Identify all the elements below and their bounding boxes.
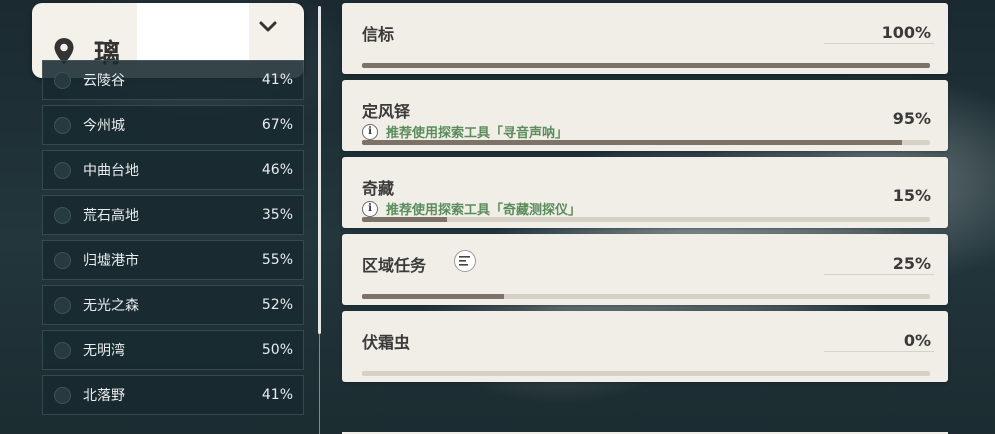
area-item-wuming[interactable]: 无明湾 50% (42, 330, 304, 370)
area-percent: 41% (261, 72, 293, 88)
area-item-beiluo[interactable]: 北落野 41% (42, 375, 304, 415)
area-marker-icon (54, 161, 71, 179)
area-marker-icon (54, 386, 71, 404)
area-label: 北落野 (83, 388, 125, 404)
area-marker-icon (54, 71, 71, 89)
stat-title: 伏霜虫 (362, 333, 411, 352)
stat-card-wind-bell: 定风铎 95% i 推荐使用探索工具「寻音声呐」 (342, 80, 948, 151)
area-label: 无明湾 (83, 343, 125, 359)
stat-card-treasure: 奇藏 15% i 推荐使用探索工具「奇藏测探仪」 (342, 157, 948, 228)
area-list: 云陵谷 41% 今州城 67% 中曲台地 46% 荒石高地 35% 归墟港市 5… (42, 60, 304, 420)
card-decoration (824, 351, 934, 352)
stat-percent: 25% (892, 254, 931, 273)
exploration-stats: 信标 100% 定风铎 95% i 推荐使用探索工具「寻音声呐」 奇藏 15% … (342, 3, 948, 388)
stat-title: 区域任务 (362, 256, 427, 275)
stat-progress-fill (362, 217, 448, 222)
stat-progress-fill (362, 140, 902, 145)
stat-progress-bar (362, 63, 930, 68)
stat-progress-bar (362, 371, 930, 376)
area-item-wuguang[interactable]: 无光之森 52% (42, 285, 304, 325)
stat-percent: 15% (892, 186, 931, 205)
chevron-down-icon[interactable] (258, 20, 278, 34)
stat-hint: i 推荐使用探索工具「奇藏测探仪」 (362, 199, 581, 218)
area-percent: 46% (261, 162, 293, 178)
info-icon: i (362, 200, 378, 217)
area-marker-icon (54, 296, 71, 314)
area-label: 荒石高地 (83, 208, 139, 224)
area-label: 云陵谷 (83, 73, 125, 89)
stat-hint-text: 推荐使用探索工具「寻音声呐」 (386, 126, 569, 141)
list-scrollbar[interactable] (318, 6, 321, 334)
area-marker-icon (54, 116, 71, 134)
stat-hint: i 推荐使用探索工具「寻音声呐」 (362, 122, 568, 141)
area-label: 今州城 (83, 118, 125, 134)
card-decoration (824, 274, 934, 275)
area-item-guixu[interactable]: 归墟港市 55% (42, 240, 304, 280)
stat-percent: 0% (903, 331, 931, 350)
area-item-zhongqu[interactable]: 中曲台地 46% (42, 150, 304, 190)
area-percent: 55% (261, 252, 293, 268)
area-marker-icon (54, 251, 71, 269)
area-percent: 41% (261, 387, 293, 403)
card-decoration (824, 43, 934, 44)
stat-progress-bar (362, 294, 930, 299)
stat-hint-text: 推荐使用探索工具「奇藏测探仪」 (386, 203, 582, 218)
stat-progress-fill (362, 63, 930, 68)
stat-progress-bar (362, 140, 930, 145)
area-label: 无光之森 (83, 298, 139, 314)
stat-title: 信标 (362, 25, 395, 44)
quest-list-icon[interactable] (454, 250, 476, 272)
stat-card-frost-bug: 伏霜虫 0% (342, 311, 948, 382)
stat-title: 定风铎 (362, 102, 411, 121)
area-percent: 52% (261, 297, 293, 313)
area-label: 中曲台地 (83, 163, 139, 179)
area-marker-icon (54, 206, 71, 224)
stat-card-region-quests: 区域任务 25% (342, 234, 948, 305)
stat-percent: 95% (892, 109, 931, 128)
area-item-jinzhou[interactable]: 今州城 67% (42, 105, 304, 145)
stat-progress-fill (362, 294, 504, 299)
stat-card-beacon: 信标 100% (342, 3, 948, 74)
list-scrollbar-track (319, 334, 320, 434)
area-percent: 50% (261, 342, 293, 358)
stat-title: 奇藏 (362, 179, 395, 198)
stat-progress-bar (362, 217, 930, 222)
area-item-yunling[interactable]: 云陵谷 41% (42, 60, 304, 100)
stat-percent: 100% (881, 23, 931, 42)
area-percent: 35% (261, 207, 293, 223)
area-percent: 67% (261, 117, 293, 133)
area-label: 归墟港市 (83, 253, 139, 269)
info-icon: i (362, 123, 378, 140)
area-item-huangshi[interactable]: 荒石高地 35% (42, 195, 304, 235)
area-marker-icon (54, 341, 71, 359)
